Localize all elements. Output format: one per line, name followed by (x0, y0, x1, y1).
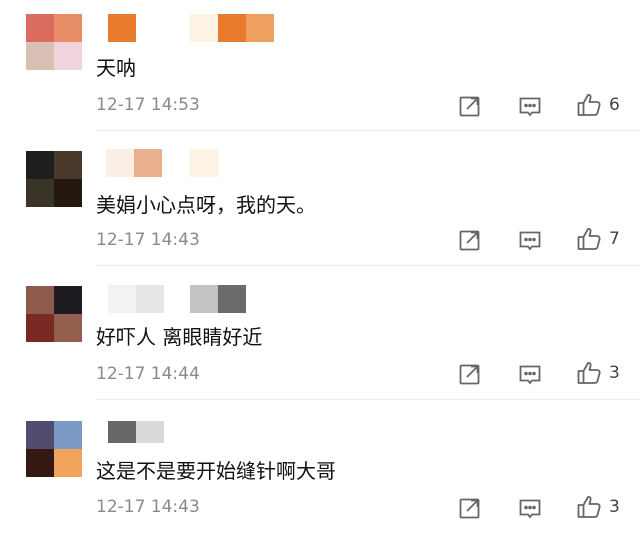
comment-icon[interactable] (518, 497, 542, 521)
avatar-tile (54, 14, 82, 42)
avatar-tile (54, 421, 82, 449)
avatar-tile (54, 151, 82, 179)
comment-icon[interactable] (518, 363, 542, 387)
username-mosaic (108, 14, 136, 42)
username-mosaic (218, 14, 246, 42)
username[interactable] (106, 285, 326, 313)
avatar-tile (26, 421, 54, 449)
comment-time: 12-17 14:43 (96, 230, 200, 250)
thumbs-up-icon[interactable] (576, 92, 602, 118)
comment-item: 好吓人 离眼睛好近 12-17 14:44 3 (0, 266, 640, 401)
avatar-tile (26, 314, 54, 342)
avatar-tile (26, 14, 54, 42)
username-mosaic (106, 149, 134, 177)
comment-item: 天呐 12-17 14:53 6 (0, 0, 640, 135)
username-mosaic (190, 14, 218, 42)
comment-text: 好吓人 离眼睛好近 (96, 325, 263, 349)
username[interactable] (106, 421, 326, 449)
comment-item: 这是不是要开始缝针啊大哥 12-17 14:43 3 (0, 399, 640, 534)
username-mosaic (108, 285, 136, 313)
comment-time: 12-17 14:53 (96, 95, 200, 115)
username-mosaic (190, 149, 218, 177)
avatar-tile (54, 449, 82, 477)
avatar-tile (26, 42, 54, 70)
comment-time: 12-17 14:43 (96, 497, 200, 517)
like-count: 3 (609, 497, 620, 517)
comment-text: 这是不是要开始缝针啊大哥 (96, 459, 336, 483)
avatar-tile (26, 151, 54, 179)
avatar[interactable] (26, 286, 82, 342)
like-count: 3 (609, 363, 620, 383)
share-icon[interactable] (458, 94, 482, 118)
avatar[interactable] (26, 14, 82, 70)
comment-item: 美娟小心点呀，我的天。 12-17 14:43 7 (0, 131, 640, 266)
share-icon[interactable] (458, 362, 482, 386)
avatar-tile (54, 286, 82, 314)
avatar-tile (26, 449, 54, 477)
thumbs-up-icon[interactable] (576, 226, 602, 252)
avatar[interactable] (26, 421, 82, 477)
like-count: 7 (609, 229, 620, 249)
comment-time: 12-17 14:44 (96, 364, 200, 384)
username-mosaic (108, 421, 136, 443)
username-mosaic (190, 285, 218, 313)
thumbs-up-icon[interactable] (576, 494, 602, 520)
avatar-tile (26, 286, 54, 314)
username-mosaic (246, 14, 274, 42)
comment-icon[interactable] (518, 95, 542, 119)
comment-icon[interactable] (518, 229, 542, 253)
avatar-tile (54, 179, 82, 207)
username[interactable] (106, 14, 326, 42)
username-mosaic (136, 421, 164, 443)
avatar[interactable] (26, 151, 82, 207)
username-mosaic (136, 285, 164, 313)
share-icon[interactable] (458, 496, 482, 520)
thumbs-up-icon[interactable] (576, 360, 602, 386)
username[interactable] (106, 149, 326, 177)
username-mosaic (134, 149, 162, 177)
share-icon[interactable] (458, 228, 482, 252)
comment-text: 天呐 (96, 56, 136, 80)
comment-text: 美娟小心点呀，我的天。 (96, 193, 316, 217)
avatar-tile (26, 179, 54, 207)
avatar-tile (54, 42, 82, 70)
username-mosaic (218, 285, 246, 313)
like-count: 6 (609, 95, 620, 115)
avatar-tile (54, 314, 82, 342)
